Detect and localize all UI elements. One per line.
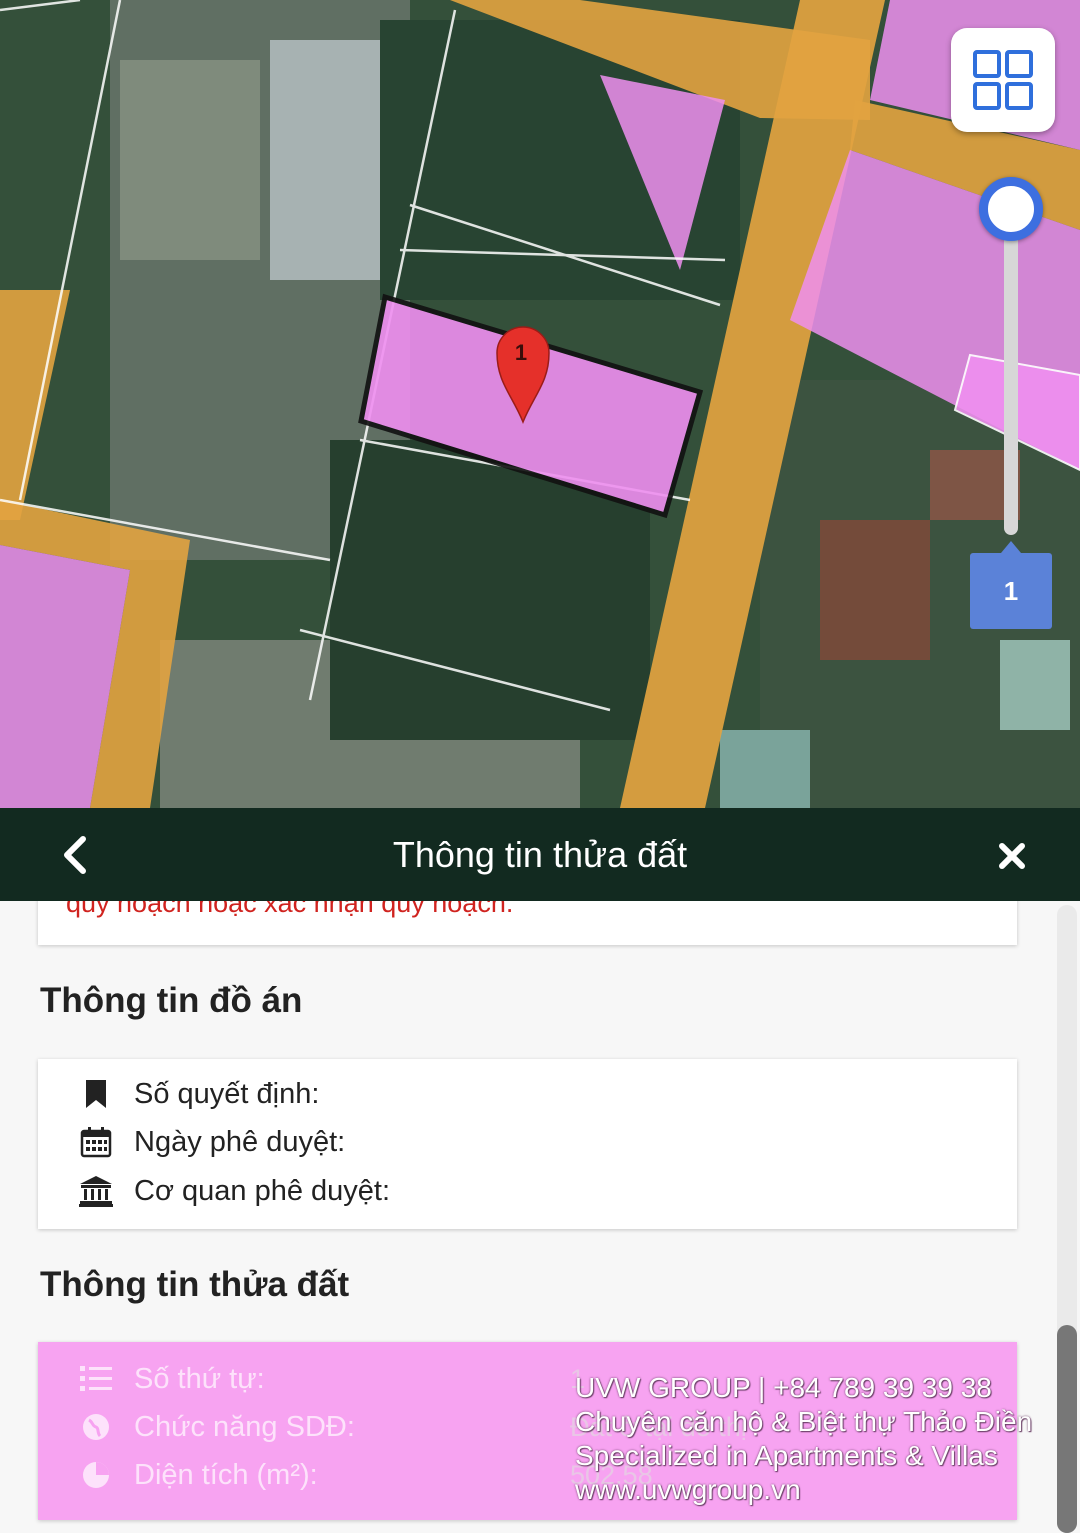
building-roof	[720, 730, 810, 808]
label-ngay-phe-duyet: Ngày phê duyệt:	[134, 1125, 346, 1158]
label-so-thu-tu: Số thứ tự:	[134, 1362, 265, 1395]
notice-card: quy hoạch hoặc xác nhận quy hoạch.	[38, 901, 1017, 945]
label-chuc-nang-sdd: Chức năng SDĐ:	[134, 1410, 355, 1443]
building-roof	[820, 520, 930, 660]
building-roof	[120, 60, 260, 260]
row-chuc-nang-sdd: Chức năng SDĐ:	[78, 1407, 355, 1447]
close-icon	[999, 843, 1025, 869]
grid-layers-icon	[973, 50, 1033, 110]
satellite-map[interactable]: 1	[0, 0, 1080, 808]
watermark-line-4: www.uvwgroup.vn	[575, 1474, 801, 1505]
row-dien-tich: Diện tích (m²):	[78, 1455, 318, 1495]
label-so-quyet-dinh: Số quyết định:	[134, 1077, 320, 1110]
building-roof	[1000, 640, 1070, 730]
back-button[interactable]	[52, 830, 96, 880]
label-dien-tich: Diện tích (m²):	[134, 1458, 318, 1491]
bank-icon	[78, 1173, 114, 1209]
marker-label: 1	[515, 340, 527, 365]
row-co-quan-phe-duyet: Cơ quan phê duyệt:	[78, 1171, 390, 1211]
pie-chart-icon	[78, 1457, 114, 1493]
row-so-quyet-dinh: Số quyết định:	[78, 1074, 319, 1114]
row-so-thu-tu: Số thứ tự:	[78, 1359, 265, 1399]
watermark: UVW GROUP | +84 789 39 39 38 Chuyên căn …	[575, 1371, 1032, 1507]
panel-header: Thông tin thửa đất	[0, 808, 1080, 901]
panel-title: Thông tin thửa đất	[392, 833, 688, 875]
section-title-do-an: Thông tin đồ án	[40, 981, 303, 1020]
label-co-quan-phe-duyet: Cơ quan phê duyệt:	[134, 1174, 391, 1207]
globe-icon	[78, 1409, 114, 1445]
watermark-line-1: UVW GROUP | +84 789 39 39 38	[575, 1372, 992, 1403]
layers-button[interactable]	[951, 28, 1055, 132]
list-icon	[78, 1361, 114, 1397]
map-view[interactable]: 1 1	[0, 0, 1080, 808]
chevron-left-icon	[64, 836, 86, 874]
section-title-thua-dat: Thông tin thửa đất	[40, 1265, 350, 1304]
watermark-line-2: Chuyên căn hộ & Biệt thự Thảo Điền	[575, 1406, 1033, 1437]
close-button[interactable]	[990, 834, 1034, 878]
planning-notice-text: quy hoạch hoặc xác nhận quy hoạch.	[66, 901, 514, 918]
calendar-icon	[78, 1124, 114, 1160]
bookmark-icon	[78, 1076, 114, 1112]
panel-scrollbar-thumb[interactable]	[1057, 1325, 1077, 1533]
zoom-slider-track[interactable]	[1004, 205, 1018, 535]
do-an-card: Số quyết định: Ngày phê duyệt: Cơ quan p…	[38, 1059, 1017, 1229]
watermark-line-3: Specialized in Apartments & Villas	[575, 1440, 998, 1471]
zoom-slider-handle[interactable]	[979, 177, 1043, 241]
row-ngay-phe-duyet: Ngày phê duyệt:	[78, 1122, 345, 1162]
info-panel[interactable]: quy hoạch hoặc xác nhận quy hoạch. Thông…	[0, 901, 1080, 1533]
result-page-badge[interactable]: 1	[970, 541, 1052, 629]
